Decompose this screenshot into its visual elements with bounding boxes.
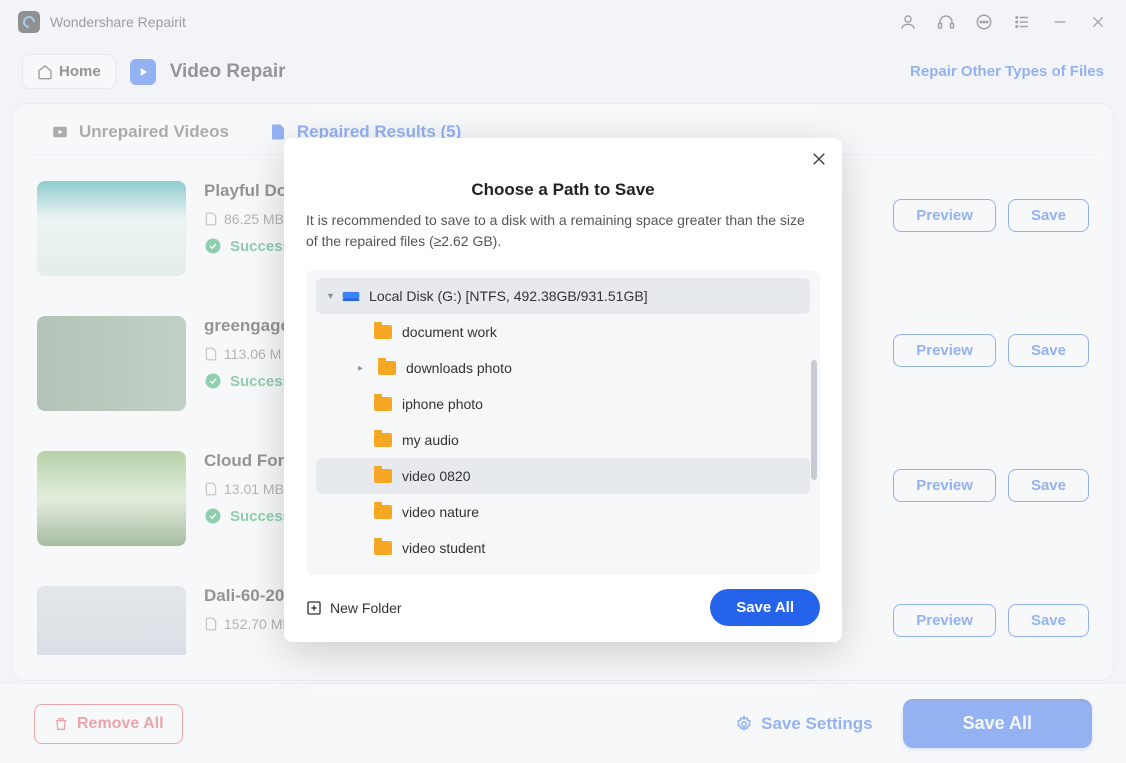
folder-row[interactable]: video 0820 [316,458,810,494]
chevron-down-icon: ▾ [328,291,333,302]
folder-row[interactable]: video nature [316,494,810,530]
folder-tree: ▾ Local Disk (G:) [NTFS, 492.38GB/931.51… [306,270,820,575]
folder-row[interactable]: iphone photo [316,386,810,422]
save-path-modal: Choose a Path to Save It is recommended … [284,138,842,642]
folder-name: my audio [402,432,459,448]
modal-description: It is recommended to save to a disk with… [284,200,842,252]
new-folder-icon [306,600,322,616]
modal-footer: New Folder Save All [284,575,842,642]
folder-icon [374,505,392,519]
folder-icon [374,325,392,339]
folder-icon [374,469,392,483]
folder-name: iphone photo [402,396,483,412]
folder-name: video student [402,540,485,556]
folder-icon [374,433,392,447]
new-folder-button[interactable]: New Folder [306,600,402,616]
folder-icon [374,397,392,411]
folder-row[interactable]: ▸ downloads photo [316,350,810,386]
folder-name: video nature [402,504,479,520]
modal-close-button[interactable] [810,150,828,168]
folder-name: downloads photo [406,360,512,376]
modal-save-all-button[interactable]: Save All [710,589,820,626]
folder-row[interactable]: video student [316,530,810,566]
disk-icon [341,288,361,304]
disk-row[interactable]: ▾ Local Disk (G:) [NTFS, 492.38GB/931.51… [316,278,810,314]
folder-icon [374,541,392,555]
new-folder-label: New Folder [330,600,402,616]
folder-row[interactable]: my audio [316,422,810,458]
folder-name: video 0820 [402,468,471,484]
chevron-right-icon: ▸ [358,363,368,374]
close-icon [810,150,828,168]
folder-icon [378,361,396,375]
folder-name: document work [402,324,497,340]
tree-scrollbar[interactable] [811,360,817,480]
disk-label: Local Disk (G:) [NTFS, 492.38GB/931.51GB… [369,288,648,304]
modal-title: Choose a Path to Save [284,180,842,200]
folder-row[interactable]: document work [316,314,810,350]
